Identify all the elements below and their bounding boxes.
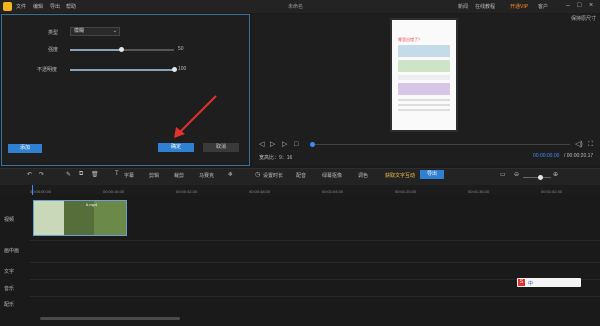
track-divider — [30, 240, 600, 241]
preview-video-frame: 哪里出错了？ — [390, 18, 458, 132]
clip-thumbnail — [34, 201, 64, 235]
tool-subtitle[interactable]: 字幕 — [124, 172, 134, 179]
strength-label: 强度 — [48, 47, 59, 53]
app-title: 未命名 — [288, 4, 304, 10]
content-line — [398, 99, 450, 101]
opacity-value: 100 — [178, 66, 187, 72]
video-clip[interactable]: 6.mp4 — [33, 200, 127, 236]
chevron-down-icon: ⌄ — [112, 28, 117, 34]
prev-frame-icon[interactable]: ◁ — [259, 141, 264, 149]
ime-logo-icon: S — [518, 279, 525, 286]
tool-mosaic[interactable]: 马赛克 — [199, 172, 214, 179]
type-select-value: 模糊 — [74, 28, 85, 34]
tool-greenscreen[interactable]: 绿幕抠像 — [322, 172, 342, 179]
ime-mode: 中 — [528, 281, 534, 287]
close-icon[interactable]: × — [589, 2, 593, 10]
ruler-tick: 00:01:52.00 — [541, 189, 563, 194]
content-line — [398, 104, 450, 106]
playback-progress[interactable] — [312, 144, 570, 145]
strength-slider-fill — [70, 49, 122, 51]
strength-slider-handle[interactable] — [119, 47, 124, 52]
tool-color[interactable]: 调色 — [358, 172, 368, 179]
ruler-tick: 00:00:00.00 — [30, 189, 52, 194]
total-time: / 00:00:20.17 — [564, 153, 594, 159]
ruler-tick: 00:01:04.00 — [322, 189, 344, 194]
menu-file[interactable]: 文件 — [16, 3, 26, 10]
add-button[interactable]: 添加 — [8, 144, 42, 153]
track-text: 文字 — [4, 269, 15, 275]
tool-voiceover[interactable]: 配音 — [296, 172, 306, 179]
phone-title: 哪里出错了？ — [398, 37, 422, 42]
cartoon-image — [398, 45, 450, 57]
app-logo-icon — [3, 2, 12, 11]
opacity-slider-handle[interactable] — [172, 67, 177, 72]
zoom-handle[interactable] — [538, 175, 543, 180]
tutorial-link[interactable]: 在线教程 — [475, 3, 495, 10]
annotation-arrow-icon — [174, 95, 217, 138]
track-music: 音乐 — [4, 286, 15, 292]
stop-icon[interactable]: □ — [294, 141, 298, 149]
vip-link[interactable]: 开通VIP — [510, 3, 528, 10]
fullscreen-icon[interactable]: ⛶ — [588, 141, 593, 149]
clip-thumbnail — [94, 201, 126, 235]
type-label: 类型 — [48, 30, 59, 36]
ruler-tick: 00:01:36.00 — [468, 189, 490, 194]
track-pip: 画中画 — [4, 248, 20, 254]
ruler-tick: 00:01:20.00 — [395, 189, 417, 194]
menu-help[interactable]: 帮助 — [66, 3, 76, 10]
ruler-tick: 00:00:16.00 — [103, 189, 125, 194]
tool-duration[interactable]: 设置时长 — [263, 172, 283, 179]
keep-original-size-toggle[interactable]: 保持原尺寸 — [571, 15, 596, 22]
zoom-out-icon[interactable]: ⊖ — [514, 171, 519, 178]
maximize-icon[interactable]: □ — [577, 2, 581, 10]
content-line — [398, 109, 450, 111]
track-divider — [30, 262, 600, 263]
ruler-tick: 00:00:32.00 — [176, 189, 198, 194]
answer-options — [398, 75, 450, 80]
track-divider — [30, 279, 600, 280]
subtitle-icon[interactable]: T — [115, 171, 119, 177]
zoom-in-icon[interactable]: ⊕ — [553, 171, 558, 178]
copy-icon[interactable]: ⧉ — [79, 171, 83, 178]
opacity-slider-fill — [70, 69, 174, 71]
account-link[interactable]: 客户 — [538, 3, 548, 10]
aspect-ratio[interactable]: 宽高比：9：16 — [259, 154, 292, 161]
delete-icon[interactable]: 🗑 — [91, 171, 99, 178]
ime-toolbar[interactable]: S 中 — [517, 278, 581, 287]
minimize-icon[interactable]: – — [566, 2, 570, 10]
ok-button[interactable]: 确定 — [158, 143, 194, 152]
horizontal-scrollbar[interactable] — [40, 317, 180, 320]
track-audio: 配乐 — [4, 302, 15, 308]
strength-value: 50 — [178, 46, 184, 52]
zoom-slider[interactable] — [523, 177, 551, 178]
cancel-button[interactable]: 取消 — [203, 143, 239, 152]
ruler-tick: 00:00:48.00 — [249, 189, 271, 194]
playback-handle[interactable] — [310, 142, 315, 147]
track-video: 视频 — [4, 217, 15, 223]
menu-export[interactable]: 导出 — [50, 3, 60, 10]
pen-icon[interactable]: ✎ — [66, 171, 71, 178]
menu-edit[interactable]: 编辑 — [33, 3, 43, 10]
cartoon-image — [398, 60, 450, 72]
fit-icon[interactable]: ▭ — [500, 171, 506, 178]
export-button[interactable]: 导出 — [420, 170, 444, 179]
news-link[interactable]: 新闻 — [458, 3, 468, 10]
tool-crop[interactable]: 裁剪 — [174, 172, 184, 179]
next-frame-icon[interactable]: ▷ — [282, 141, 287, 149]
redo-icon[interactable]: ↷ — [39, 171, 44, 178]
tool-cut[interactable]: 剪辑 — [149, 172, 159, 179]
play-icon[interactable]: ▷ — [270, 141, 275, 149]
freeze-icon[interactable]: ❄ — [228, 171, 233, 178]
duration-icon[interactable]: ◷ — [255, 171, 260, 178]
type-select[interactable]: 模糊 ⌄ — [70, 27, 120, 36]
cartoon-image — [398, 83, 450, 95]
opacity-label: 不透明度 — [37, 67, 58, 73]
track-divider — [30, 296, 600, 297]
volume-icon[interactable]: ◁) — [575, 141, 583, 149]
current-time: 00:00:00.00 — [533, 153, 560, 159]
undo-icon[interactable]: ↶ — [27, 171, 32, 178]
clip-label: 6.mp4 — [86, 202, 98, 207]
promo-link[interactable]: 获取文字互动 — [385, 172, 415, 179]
